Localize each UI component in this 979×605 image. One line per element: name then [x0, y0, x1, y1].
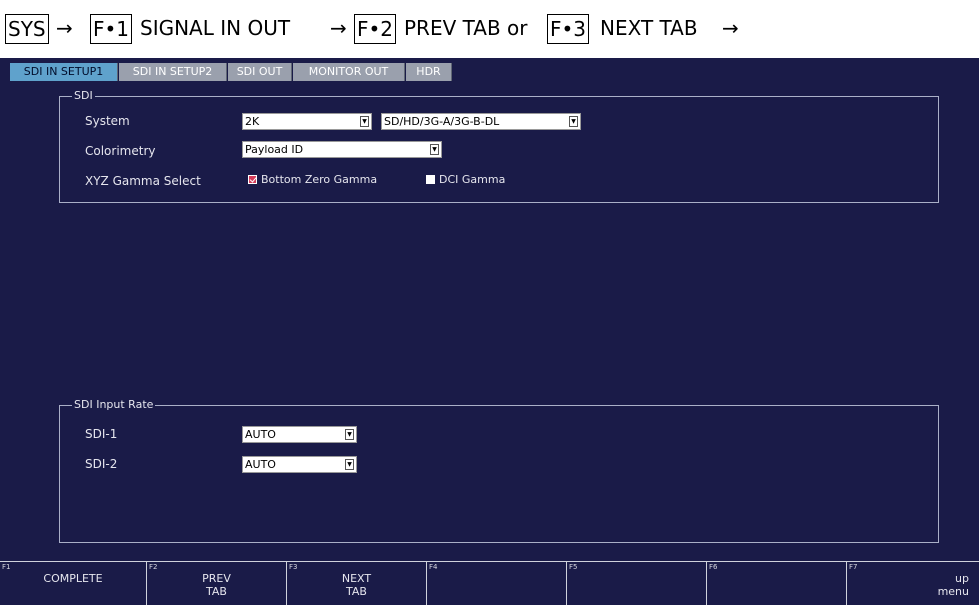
colorimetry-label: Colorimetry	[85, 144, 156, 158]
checkbox-unchecked-icon	[426, 175, 435, 184]
f1-label: COMPLETE	[43, 572, 103, 585]
sdi1-rate-select[interactable]: AUTO ▼	[242, 426, 357, 443]
f7-label: up menu	[937, 572, 969, 598]
f2-label: PREV TAB	[202, 572, 231, 598]
sdi2-label: SDI-2	[85, 457, 118, 471]
breadcrumb-f3-text: NEXT TAB	[600, 16, 698, 40]
sdi-legend: SDI	[72, 89, 95, 103]
sdi1-label: SDI-1	[85, 427, 118, 441]
breadcrumb-arrow: →	[56, 16, 73, 40]
sdi1-rate-value: AUTO	[245, 428, 276, 441]
sdi2-rate-select[interactable]: AUTO ▼	[242, 456, 357, 473]
chevron-down-icon: ▼	[360, 116, 369, 127]
breadcrumb: SYS → F•1 SIGNAL IN OUT → F•2 PREV TAB o…	[0, 0, 979, 58]
sdi-input-rate-legend: SDI Input Rate	[72, 398, 156, 412]
f1-complete-button[interactable]: F1 COMPLETE	[0, 562, 146, 605]
breadcrumb-arrow: →	[330, 16, 347, 40]
system-mode-value: SD/HD/3G-A/3G-B-DL	[384, 115, 500, 128]
tab-sdi-out[interactable]: SDI OUT	[228, 63, 292, 81]
breadcrumb-f2-key: F•2	[354, 14, 397, 44]
chevron-down-icon: ▼	[345, 459, 354, 470]
breadcrumb-f3-key: F•3	[547, 14, 590, 44]
bottom-zero-gamma-checkbox[interactable]: Bottom Zero Gamma	[248, 173, 377, 187]
sdi2-rate-value: AUTO	[245, 458, 276, 471]
dci-gamma-label: DCI Gamma	[439, 173, 506, 186]
tab-sdi-in-setup1[interactable]: SDI IN SETUP1	[10, 63, 118, 81]
sdi-panel: SDI System 2K ▼ SD/HD/3G-A/3G-B-DL ▼ Col…	[59, 89, 939, 203]
system-mode-select[interactable]: SD/HD/3G-A/3G-B-DL ▼	[381, 113, 581, 130]
function-key-bar: F1 COMPLETE F2 PREV TAB F3 NEXT TAB F4 F…	[0, 561, 979, 605]
f6-button[interactable]: F6	[706, 562, 846, 605]
chevron-down-icon: ▼	[430, 144, 439, 155]
tab-monitor-out[interactable]: MONITOR OUT	[293, 63, 405, 81]
f5-number: F5	[569, 563, 578, 571]
f5-button[interactable]: F5	[566, 562, 706, 605]
breadcrumb-sys-key: SYS	[5, 14, 49, 44]
f3-number: F3	[289, 563, 298, 571]
f3-next-tab-button[interactable]: F3 NEXT TAB	[286, 562, 426, 605]
tab-sdi-in-setup2[interactable]: SDI IN SETUP2	[119, 63, 227, 81]
f4-button[interactable]: F4	[426, 562, 566, 605]
breadcrumb-f2-text: PREV TAB or	[404, 16, 528, 40]
settings-screen: SDI IN SETUP1 SDI IN SETUP2 SDI OUT MONI…	[0, 58, 979, 605]
dci-gamma-checkbox[interactable]: DCI Gamma	[426, 173, 505, 187]
bottom-zero-gamma-label: Bottom Zero Gamma	[261, 173, 378, 186]
tab-hdr[interactable]: HDR	[406, 63, 452, 81]
system-select[interactable]: 2K ▼	[242, 113, 372, 130]
f1-number: F1	[2, 563, 11, 571]
f4-number: F4	[429, 563, 438, 571]
checkbox-checked-icon	[248, 175, 257, 184]
f7-up-menu-button[interactable]: F7 up menu	[846, 562, 979, 605]
breadcrumb-f1-text: SIGNAL IN OUT	[140, 16, 291, 40]
f2-prev-tab-button[interactable]: F2 PREV TAB	[146, 562, 286, 605]
xyz-gamma-label: XYZ Gamma Select	[85, 174, 201, 188]
f2-number: F2	[149, 563, 158, 571]
sdi-input-rate-panel: SDI Input Rate SDI-1 AUTO ▼ SDI-2 AUTO ▼	[59, 398, 939, 543]
system-value: 2K	[245, 115, 260, 128]
f7-number: F7	[849, 563, 858, 571]
system-label: System	[85, 114, 130, 128]
f3-label: NEXT TAB	[341, 572, 372, 598]
colorimetry-select[interactable]: Payload ID ▼	[242, 141, 442, 158]
colorimetry-value: Payload ID	[245, 143, 304, 156]
breadcrumb-arrow: →	[722, 16, 739, 40]
f6-number: F6	[709, 563, 718, 571]
chevron-down-icon: ▼	[569, 116, 578, 127]
breadcrumb-f1-key: F•1	[90, 14, 133, 44]
chevron-down-icon: ▼	[345, 429, 354, 440]
